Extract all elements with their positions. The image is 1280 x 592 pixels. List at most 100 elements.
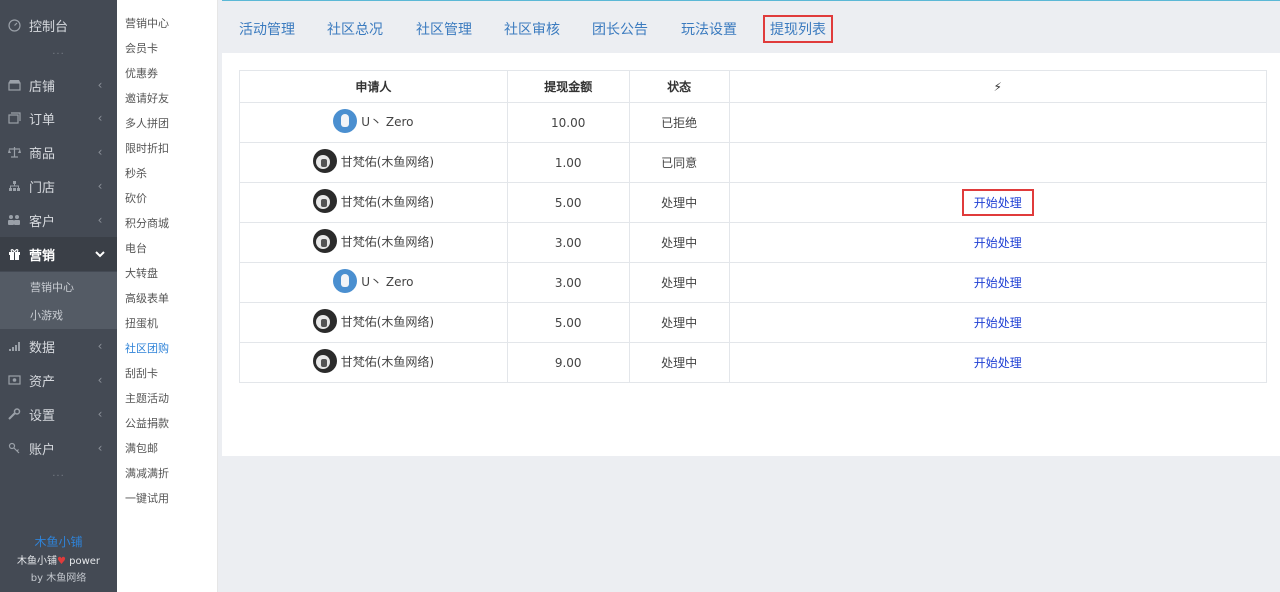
start-processing-link[interactable]: 开始处理 [974,356,1022,370]
status-cell: 处理中 [628,222,730,263]
menu-item[interactable]: 满减满折 [125,465,169,481]
menu-item[interactable]: 满包邮 [125,440,158,456]
applicant-name: 甘梵佑(木鱼网络) [340,314,435,329]
sidebar-item-dashboard[interactable]: 控制台 [0,8,117,42]
content-panel: 申请人 提现金额 状态 ⚡ U丶 Zero 10.00 已拒绝 甘梵佑(木鱼网络… [222,53,1280,456]
applicant-name: U丶 Zero [361,114,414,129]
avatar [312,189,337,213]
tab-play-settings[interactable]: 玩法设置 [681,19,737,39]
sidebar-item-shop[interactable]: 店铺 ‹ [0,68,117,102]
menu-item[interactable]: 积分商城 [125,215,169,231]
menu-item[interactable]: 邀请好友 [125,90,169,106]
sidebar-subitem-mini-games[interactable]: 小游戏 [30,307,63,323]
avatar [333,109,358,133]
chevron-left-icon: ‹ [97,78,103,92]
start-processing-link[interactable]: 开始处理 [974,316,1022,330]
action-cell: 开始处理 [728,222,1268,263]
start-processing-link[interactable]: 开始处理 [974,276,1022,290]
sidebar-item-stores[interactable]: 门店 ‹ [0,169,117,203]
action-cell: 开始处理 [728,262,1268,303]
heart-icon: ♥ [56,556,66,567]
order-icon [7,111,21,125]
start-processing-link[interactable]: 开始处理 [974,236,1022,250]
sidebar-label: 设置 [29,408,56,424]
tab-activity-management[interactable]: 活动管理 [239,19,295,39]
sidebar-label: 客户 [29,214,56,230]
tab-community-overview[interactable]: 社区总况 [327,19,383,39]
avatar [333,269,358,293]
menu-item[interactable]: 优惠券 [125,65,158,81]
menu-item[interactable]: 秒杀 [125,165,147,181]
column-header-actions-bolt-icon: ⚡ [728,70,1268,103]
shop-icon [7,78,21,92]
menu-item[interactable]: 扭蛋机 [125,315,158,331]
chevron-left-icon: ‹ [97,441,103,455]
applicant-name: 甘梵佑(木鱼网络) [340,194,435,209]
table-row: 甘梵佑(木鱼网络) 5.00 处理中 开始处理 [239,302,1268,343]
sidebar-label: 商品 [29,146,56,162]
applicant-cell: 甘梵佑(木鱼网络) [239,342,508,383]
withdrawal-table: 申请人 提现金额 状态 ⚡ U丶 Zero 10.00 已拒绝 甘梵佑(木鱼网络… [239,70,1268,383]
menu-item[interactable]: 高级表单 [125,290,169,306]
menu-item[interactable]: 营销中心 [125,15,169,31]
status-cell: 处理中 [628,262,730,303]
tab-community-management[interactable]: 社区管理 [416,19,472,39]
store-icon [7,179,21,193]
scale-icon [7,145,21,159]
menu-item[interactable]: 电台 [125,240,147,256]
status-cell: 处理中 [628,302,730,343]
applicant-name: 甘梵佑(木鱼网络) [340,234,435,249]
sidebar-item-marketing[interactable]: 营销 [0,237,117,271]
sidebar-label: 门店 [29,180,56,196]
menu-item[interactable]: 大转盘 [125,265,158,281]
wrench-icon [7,407,21,421]
status-cell: 处理中 [628,342,730,383]
table-row: 甘梵佑(木鱼网络) 9.00 处理中 开始处理 [239,342,1268,383]
sidebar-item-account[interactable]: 账户 ‹ [0,431,117,465]
menu-item[interactable]: 限时折扣 [125,140,169,156]
action-cell [728,142,1268,183]
sidebar-subitem-marketing-center[interactable]: 营销中心 [30,279,74,295]
customers-icon [7,213,21,227]
sidebar-item-order[interactable]: 订单 ‹ [0,101,117,135]
applicant-name: 甘梵佑(木鱼网络) [340,354,435,369]
applicant-cell: 甘梵佑(木鱼网络) [239,222,508,263]
applicant-cell: 甘梵佑(木鱼网络) [239,302,508,343]
amount-cell: 3.00 [506,262,630,303]
brand-name: 木鱼小铺 [34,535,83,549]
tab-withdrawal-list[interactable]: 提现列表 [763,15,833,43]
action-cell [728,102,1268,143]
sidebar-item-customers[interactable]: 客户 ‹ [0,203,117,237]
menu-item[interactable]: 刮刮卡 [125,365,158,381]
menu-item[interactable]: 一键试用 [125,490,169,506]
amount-cell: 9.00 [506,342,630,383]
gift-icon [7,247,21,261]
menu-item-selected[interactable]: 社区团购 [125,340,169,356]
sidebar-label: 订单 [29,112,56,128]
menu-item[interactable]: 公益捐款 [125,415,169,431]
chevron-left-icon: ‹ [97,373,103,387]
table-header-row: 申请人 提现金额 状态 ⚡ [239,70,1268,103]
status-cell: 已同意 [628,142,730,183]
tab-leader-announcement[interactable]: 团长公告 [592,19,648,39]
sidebar-item-data[interactable]: 数据 ‹ [0,329,117,363]
sidebar-more-dots: ... [52,468,65,479]
dashboard-icon [7,18,21,32]
sidebar-item-settings[interactable]: 设置 ‹ [0,397,117,431]
applicant-cell: U丶 Zero [239,102,508,143]
amount-cell: 5.00 [506,302,630,343]
tab-community-review[interactable]: 社区审核 [504,19,560,39]
menu-item[interactable]: 砍价 [125,190,147,206]
menu-item[interactable]: 多人拼团 [125,115,169,131]
table-row: 甘梵佑(木鱼网络) 3.00 处理中 开始处理 [239,222,1268,263]
start-processing-link[interactable]: 开始处理 [961,189,1034,216]
sidebar-item-goods[interactable]: 商品 ‹ [0,135,117,169]
avatar [312,149,337,173]
sidebar-label: 控制台 [29,19,69,35]
applicant-name: 甘梵佑(木鱼网络) [340,154,435,169]
table-row: U丶 Zero 10.00 已拒绝 [239,102,1268,143]
menu-item[interactable]: 主题活动 [125,390,169,406]
menu-item[interactable]: 会员卡 [125,40,158,56]
sidebar-item-assets[interactable]: 资产 ‹ [0,363,117,397]
main-sidebar: 控制台 ... 店铺 ‹ 订单 ‹ 商品 ‹ 门店 ‹ 客户 ‹ 营销 营销中心… [0,0,117,592]
